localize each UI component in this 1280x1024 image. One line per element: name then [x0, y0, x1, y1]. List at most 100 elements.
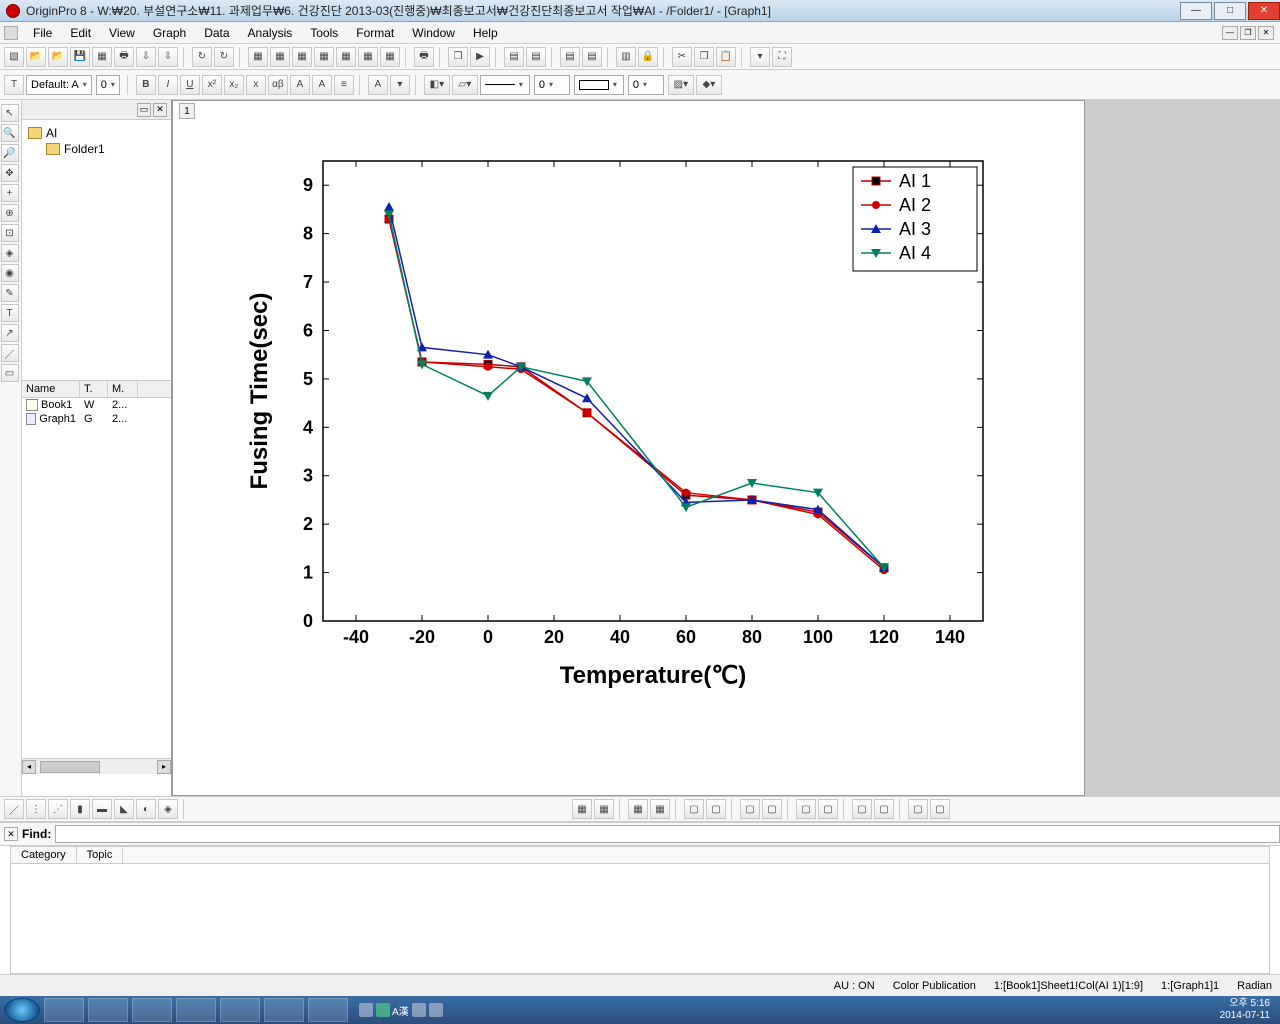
new-project-button[interactable]: ▧ — [4, 47, 24, 67]
recalculate-button[interactable]: ↻ — [214, 47, 234, 67]
align-left-button[interactable]: ▢ — [684, 799, 704, 819]
new-notes-button[interactable]: ▦ — [358, 47, 378, 67]
group-button[interactable]: ▢ — [908, 799, 928, 819]
text-tool[interactable]: T — [1, 304, 19, 322]
menu-tools[interactable]: Tools — [301, 26, 347, 40]
col-name[interactable]: Name — [22, 381, 80, 397]
results-log-button[interactable]: ▤ — [526, 47, 546, 67]
col-modified[interactable]: M. — [108, 381, 138, 397]
scroll-right-button[interactable]: ▸ — [157, 760, 171, 774]
column-plot-button[interactable]: ▮ — [70, 799, 90, 819]
new-matrix-button[interactable]: ▦ — [292, 47, 312, 67]
tray-icon[interactable] — [429, 1003, 443, 1017]
new-layout-button[interactable]: ▦ — [336, 47, 356, 67]
tray-icon[interactable] — [359, 1003, 373, 1017]
cut-button[interactable]: ✂ — [672, 47, 692, 67]
tray-icon[interactable] — [412, 1003, 426, 1017]
italic-button[interactable]: I — [158, 75, 178, 95]
close-button[interactable]: ✕ — [1248, 2, 1280, 20]
open-excel-button[interactable]: 📂 — [48, 47, 68, 67]
mdi-minimize-button[interactable]: — — [1222, 26, 1238, 40]
find-input[interactable] — [55, 825, 1280, 843]
zoom-out-tool[interactable]: 🔎 — [1, 144, 19, 162]
menu-analysis[interactable]: Analysis — [239, 26, 302, 40]
print-button[interactable]: 🖶 — [114, 47, 134, 67]
tab-topic[interactable]: Topic — [77, 847, 124, 863]
taskbar-item[interactable] — [132, 998, 172, 1022]
underline-button[interactable]: U — [180, 75, 200, 95]
scatter-plot-button[interactable]: ⋮ — [26, 799, 46, 819]
duplicate-button[interactable]: ❐ — [448, 47, 468, 67]
minimize-button[interactable]: — — [1180, 2, 1212, 20]
save-button[interactable]: 💾 — [70, 47, 90, 67]
taskbar-item[interactable] — [88, 998, 128, 1022]
text-tool-button[interactable]: T — [4, 75, 24, 95]
taskbar-item[interactable] — [308, 998, 348, 1022]
same-width-button[interactable]: ▢ — [796, 799, 816, 819]
menu-help[interactable]: Help — [464, 26, 507, 40]
fill-color-button[interactable]: ◧▾ — [424, 75, 450, 95]
align-bottom-button[interactable]: ▢ — [762, 799, 782, 819]
arrow-tool[interactable]: ↗ — [1, 324, 19, 342]
menu-window[interactable]: Window — [403, 26, 464, 40]
template-button[interactable]: ▦ — [572, 799, 592, 819]
new-workbook-button[interactable]: ▦ — [248, 47, 268, 67]
bar-plot-button[interactable]: ▬ — [92, 799, 112, 819]
new-graph-button[interactable]: ▦ — [270, 47, 290, 67]
region-tool[interactable]: ◉ — [1, 264, 19, 282]
back-button[interactable]: ▢ — [874, 799, 894, 819]
mask-tool[interactable]: ◈ — [1, 244, 19, 262]
menu-file[interactable]: File — [24, 26, 61, 40]
lock-button[interactable]: 🔒 — [638, 47, 658, 67]
add-column-button[interactable]: ▥ — [616, 47, 636, 67]
draw-tool[interactable]: ✎ — [1, 284, 19, 302]
clock[interactable]: 오후 5:16 2014-07-11 — [1220, 998, 1280, 1022]
menu-view[interactable]: View — [100, 26, 144, 40]
align-button[interactable]: ≡ — [334, 75, 354, 95]
tab-category[interactable]: Category — [11, 847, 77, 863]
extract-button[interactable]: ▦ — [650, 799, 670, 819]
data-selector-tool[interactable]: ⊡ — [1, 224, 19, 242]
list-item[interactable]: Book1 W 2... — [22, 398, 171, 412]
scroll-thumb[interactable] — [40, 761, 100, 773]
new-excel-button[interactable]: ▦ — [314, 47, 334, 67]
fill-pattern-combo[interactable]: ▾ — [574, 75, 624, 95]
slideshow-button[interactable]: ▶ — [470, 47, 490, 67]
subscript-button[interactable]: x₂ — [224, 75, 244, 95]
start-button[interactable] — [4, 998, 40, 1022]
same-height-button[interactable]: ▢ — [818, 799, 838, 819]
area-plot-button[interactable]: ◣ — [114, 799, 134, 819]
taskbar-item[interactable] — [44, 998, 84, 1022]
data-reader-tool[interactable]: ⊕ — [1, 204, 19, 222]
3d-plot-button[interactable]: ◈ — [158, 799, 178, 819]
zoom-in-tool[interactable]: 🔍 — [1, 124, 19, 142]
ungroup-button[interactable]: ▢ — [930, 799, 950, 819]
reader-tool[interactable]: + — [1, 184, 19, 202]
printer-button[interactable]: 🖶 — [414, 47, 434, 67]
copy-button[interactable]: ❐ — [694, 47, 714, 67]
line-style-combo[interactable]: ▾ — [480, 75, 530, 95]
taskbar-item[interactable] — [220, 998, 260, 1022]
taskbar-item[interactable] — [176, 998, 216, 1022]
list-scrollbar[interactable]: ◂ ▸ — [22, 758, 171, 774]
pie-plot-button[interactable]: ◐ — [136, 799, 156, 819]
zoom-combo-button[interactable]: ▾ — [750, 47, 770, 67]
font-color-dropdown[interactable]: ▾ — [390, 75, 410, 95]
font-size-combo[interactable]: 0▾ — [96, 75, 120, 95]
layer-indicator[interactable]: 1 — [179, 103, 195, 119]
align-top-button[interactable]: ▢ — [740, 799, 760, 819]
rect-tool[interactable]: ▭ — [1, 364, 19, 382]
scroll-left-button[interactable]: ◂ — [22, 760, 36, 774]
line-plot-button[interactable]: ／ — [4, 799, 24, 819]
symbol-button[interactable]: ◆▾ — [696, 75, 722, 95]
refresh-button[interactable]: ↻ — [192, 47, 212, 67]
folder-tree[interactable]: AI Folder1 — [22, 120, 171, 164]
batch-button[interactable]: ▦ — [594, 799, 614, 819]
full-screen-button[interactable]: ⛶ — [772, 47, 792, 67]
import-wizard-button[interactable]: ⇩ — [158, 47, 178, 67]
open-button[interactable]: 📂 — [26, 47, 46, 67]
greek-button[interactable]: αβ — [268, 75, 288, 95]
new-function-button[interactable]: ▦ — [380, 47, 400, 67]
line-width-combo[interactable]: 0▾ — [534, 75, 570, 95]
decrease-font-button[interactable]: A — [312, 75, 332, 95]
